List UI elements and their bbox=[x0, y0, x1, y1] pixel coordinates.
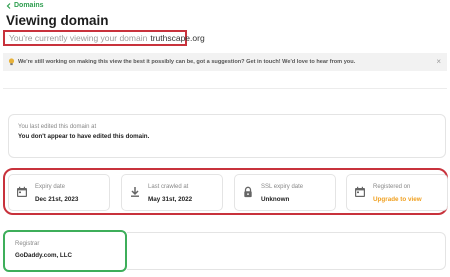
registrar-card: Registrar GoDaddy.com, LLC bbox=[3, 230, 127, 272]
subtitle-prefix: You're currently viewing your domain bbox=[9, 33, 148, 43]
calendar-icon bbox=[355, 186, 365, 197]
domain-name: truthscape.org bbox=[150, 33, 205, 43]
last-edited-label: You last edited this domain at bbox=[18, 124, 97, 130]
feedback-notice: We're still working on making this view … bbox=[3, 53, 447, 71]
stat-value: Dec 21st, 2023 bbox=[35, 196, 79, 203]
last-edited-card: You last edited this domain at You don't… bbox=[8, 114, 446, 158]
stat-card-expiry-date: Expiry date Dec 21st, 2023 bbox=[8, 174, 110, 211]
current-domain-subtitle: You're currently viewing your domain tru… bbox=[3, 30, 205, 46]
download-icon bbox=[131, 187, 139, 197]
page-title: Viewing domain bbox=[6, 13, 109, 28]
back-link-label: Domains bbox=[14, 2, 44, 9]
stat-label: Last crawled at bbox=[148, 184, 189, 190]
section-divider bbox=[3, 88, 447, 89]
calendar-icon bbox=[17, 186, 27, 197]
stat-label: SSL expiry date bbox=[261, 184, 304, 190]
close-icon[interactable]: × bbox=[436, 57, 441, 66]
registrar-value: GoDaddy.com, LLC bbox=[15, 252, 72, 259]
stat-card-ssl-expiry: SSL expiry date Unknown bbox=[234, 174, 336, 211]
stat-label: Registered on bbox=[373, 184, 411, 190]
lock-icon bbox=[244, 186, 252, 198]
chevron-left-icon bbox=[6, 2, 11, 9]
notice-text: We're still working on making this view … bbox=[18, 59, 356, 65]
upgrade-to-view-link[interactable]: Upgrade to view bbox=[373, 196, 422, 203]
back-to-domains-link[interactable]: Domains bbox=[6, 2, 44, 9]
last-edited-value: You don't appear to have edited this dom… bbox=[18, 133, 150, 140]
registrar-label: Registrar bbox=[15, 241, 40, 247]
stat-card-last-crawled: Last crawled at May 31st, 2022 bbox=[121, 174, 223, 211]
stat-value: May 31st, 2022 bbox=[148, 196, 193, 203]
stat-label: Expiry date bbox=[35, 184, 66, 190]
registrar-row-card bbox=[127, 232, 446, 270]
stat-value: Unknown bbox=[261, 196, 290, 203]
stat-card-registered-on: Registered on Upgrade to view bbox=[346, 174, 448, 211]
lightbulb-icon bbox=[8, 58, 15, 66]
